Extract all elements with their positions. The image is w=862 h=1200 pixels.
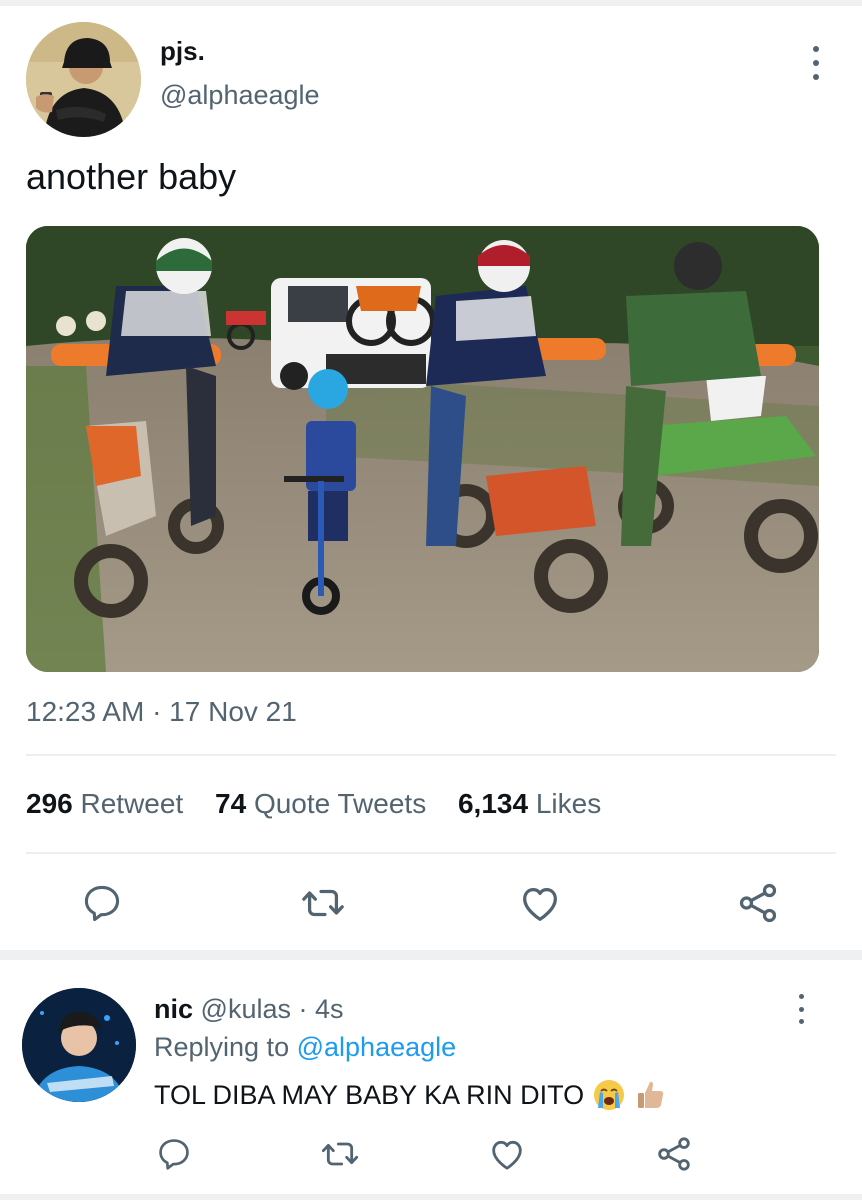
dot — [798, 994, 804, 999]
mention-link[interactable]: @alphaeagle — [297, 1032, 457, 1062]
reply-icon — [159, 1139, 189, 1170]
replying-to: Replying to @alphaeagle — [154, 1032, 456, 1063]
avatar[interactable] — [22, 988, 136, 1102]
tweet-actions — [0, 878, 862, 928]
engagement-stats: 296 Retweet 74 Quote Tweets 6,134 Likes — [26, 788, 625, 820]
bottom-separator — [0, 1194, 862, 1200]
tweet-timestamp[interactable]: 12:23 AM · 17 Nov 21 — [26, 696, 297, 728]
tweet-photo[interactable] — [26, 226, 819, 672]
divider — [26, 852, 836, 854]
display-name[interactable]: pjs. — [160, 36, 205, 67]
replying-prefix: Replying to — [154, 1032, 290, 1062]
user-handle[interactable]: @alphaeagle — [160, 80, 320, 111]
dot — [813, 74, 819, 80]
reply-actions — [0, 1132, 862, 1176]
share-icon — [658, 1137, 690, 1171]
quotes-count: 74 — [215, 788, 247, 819]
loudly-crying-face-emoji — [594, 1080, 625, 1110]
reply-icon — [84, 885, 120, 922]
retweet-button[interactable] — [318, 1132, 362, 1176]
more-options-icon[interactable] — [806, 46, 826, 80]
reply-button[interactable] — [152, 1132, 196, 1176]
reply-text-content: TOL DIBA MAY BABY KA RIN DITO — [154, 1079, 585, 1110]
likes-count: 6,134 — [457, 788, 529, 819]
retweets-stat[interactable]: 296 Retweet — [26, 788, 183, 819]
user-handle[interactable]: @kulas — [201, 994, 291, 1024]
quotes-label: Quote Tweets — [253, 788, 427, 819]
reply-button[interactable] — [77, 878, 127, 928]
likes-stat[interactable]: 6,134 Likes — [458, 788, 601, 819]
divider — [26, 754, 836, 756]
reply-tweet: nic @kulas · 4s Replying to @alphaeagle … — [0, 960, 862, 1200]
tweet-text: another baby — [26, 156, 237, 197]
like-icon — [492, 1140, 522, 1170]
retweet-icon — [321, 1142, 359, 1166]
like-icon — [523, 887, 557, 921]
reply-header: nic @kulas · 4s — [154, 994, 344, 1025]
dot — [813, 46, 819, 52]
retweet-icon — [302, 889, 344, 917]
thumbs-up-emoji — [638, 1081, 664, 1108]
likes-label: Likes — [535, 788, 602, 819]
dot — [813, 60, 819, 66]
retweets-count: 296 — [26, 788, 73, 819]
photo-image — [26, 226, 819, 672]
dot — [798, 1006, 804, 1012]
quote-tweets-stat[interactable]: 74 Quote Tweets — [215, 788, 426, 819]
more-options-icon[interactable] — [792, 994, 810, 1024]
dot — [798, 1019, 804, 1024]
share-button[interactable] — [652, 1132, 696, 1176]
like-button[interactable] — [515, 878, 565, 928]
share-icon — [739, 883, 777, 923]
avatar-image — [26, 22, 141, 137]
reply-time: · 4s — [298, 994, 344, 1024]
retweet-button[interactable] — [298, 878, 348, 928]
avatar[interactable] — [26, 22, 141, 137]
tweet-separator — [0, 950, 862, 960]
main-tweet: pjs. @alphaeagle another baby 12:23 AM ·… — [0, 6, 862, 956]
display-name[interactable]: nic — [154, 994, 193, 1024]
avatar-image — [22, 988, 136, 1102]
share-button[interactable] — [733, 878, 783, 928]
like-button[interactable] — [485, 1132, 529, 1176]
retweets-label: Retweet — [80, 788, 184, 819]
reply-text: TOL DIBA MAY BABY KA RIN DITO — [154, 1078, 668, 1112]
